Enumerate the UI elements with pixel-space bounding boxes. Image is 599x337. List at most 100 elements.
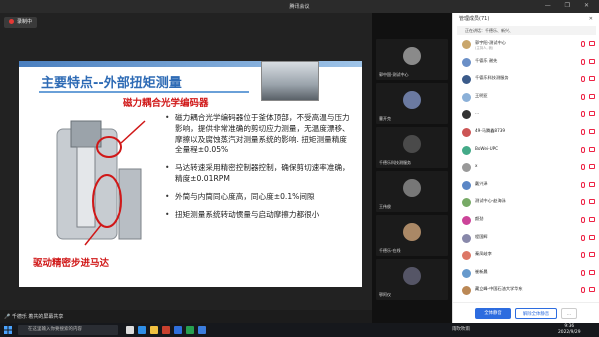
member-row[interactable]: 颜劲 xyxy=(453,214,599,227)
panel-actions: 全体静音 解除全体静音 ... xyxy=(453,302,599,323)
edge-icon[interactable] xyxy=(138,326,146,334)
member-name: 颜劲 xyxy=(475,216,484,221)
member-row[interactable]: 崔新晨 xyxy=(453,267,599,280)
member-row[interactable]: 千德乐 谢先 xyxy=(453,56,599,69)
word-icon[interactable] xyxy=(174,326,182,334)
more-button[interactable]: ... xyxy=(561,308,577,319)
taskbar: 在这里输入你要搜索的内容 雨吹吹雨 9:36 2022/9/29 xyxy=(0,323,599,337)
member-name: 戴兴泽 xyxy=(475,180,488,186)
recording-label: 录制中 xyxy=(17,19,33,25)
weather-widget[interactable]: 雨吹吹雨 xyxy=(452,326,470,332)
camera-off-icon[interactable] xyxy=(589,181,595,187)
presentation-slide: 主要特点--外部扭矩测量 磁力耦合光学编码器 驱动精密步进马达 磁力耦合光学编码… xyxy=(19,61,362,287)
member-row[interactable]: 戴兴泽 xyxy=(453,179,599,192)
avatar xyxy=(462,251,471,261)
member-row[interactable]: 程国辉 xyxy=(453,232,599,245)
video-tile[interactable]: 千德乐科技测服务 xyxy=(376,127,448,168)
video-tile[interactable]: 王伟俊 xyxy=(376,171,448,212)
avatar xyxy=(403,223,421,241)
mic-muted-icon[interactable] xyxy=(581,217,585,223)
avatar xyxy=(403,91,421,109)
task-view-icon[interactable] xyxy=(126,326,134,334)
member-row[interactable]: 千德乐科技测服务 xyxy=(453,73,599,86)
mic-muted-icon[interactable] xyxy=(581,146,585,153)
window-titlebar: 腾讯会议 — ❐ ✕ xyxy=(0,0,599,13)
mic-muted-icon[interactable] xyxy=(581,58,585,65)
member-row[interactable]: 王明亚 xyxy=(453,91,599,104)
participant-name: 王伟俊 xyxy=(379,204,391,209)
callout-encoder: 磁力耦合光学编码器 xyxy=(123,98,209,109)
mic-muted-icon[interactable] xyxy=(581,269,585,276)
avatar xyxy=(462,198,471,208)
member-row[interactable]: 藏立峰-中国石油大学华东 xyxy=(453,284,599,297)
mic-muted-icon[interactable] xyxy=(581,111,585,118)
camera-off-icon[interactable] xyxy=(589,129,595,134)
camera-off-icon[interactable] xyxy=(589,76,595,82)
avatar xyxy=(462,128,471,137)
taskbar-search-input[interactable]: 在这里输入你要搜索的内容 xyxy=(18,325,118,335)
member-row[interactable]: x xyxy=(453,161,599,174)
mic-muted-icon[interactable] xyxy=(581,129,585,135)
member-row[interactable]: 秦凤岐李 xyxy=(453,249,599,262)
mic-muted-icon[interactable] xyxy=(581,181,585,188)
member-name: ... xyxy=(475,110,479,116)
participant-name: 郭中国-测试中心 xyxy=(379,72,409,77)
wechat-icon[interactable] xyxy=(186,326,194,334)
mic-muted-icon[interactable] xyxy=(581,76,585,83)
mute-all-button[interactable]: 全体静音 xyxy=(475,308,511,319)
mic-muted-icon[interactable] xyxy=(581,199,585,206)
camera-off-icon[interactable] xyxy=(589,269,595,275)
video-tile[interactable]: 曹开克 xyxy=(376,83,448,124)
mic-muted-icon[interactable] xyxy=(581,287,585,294)
member-panel: 管理成员(71) ✕ 正在讲话：千德乐、新兴、 郭宇阳-测试中心 (主持人, 我)… xyxy=(452,13,599,323)
folder-icon[interactable] xyxy=(150,326,158,334)
tencent-meeting-icon[interactable] xyxy=(198,326,206,334)
screen-share-owner: 🎤 千德乐 着共的屏幕共享 xyxy=(4,314,64,320)
avatar xyxy=(462,92,471,102)
window-controls[interactable]: — ❐ ✕ xyxy=(545,2,595,9)
member-name: 千德乐科技测服务 xyxy=(475,75,509,81)
video-tile[interactable]: 鄂阿仪 xyxy=(376,259,448,300)
video-gallery: 郭中国-测试中心 曹开克 千德乐科技测服务 王伟俊 千德乐-在线 鄂阿仪 xyxy=(372,13,452,323)
member-row[interactable]: 郭宇阳-测试中心 (主持人, 我) xyxy=(453,38,599,51)
bullet-item: 磁力耦合光学编码器位于釜体顶部，不受高温与压力影响，提供非常准确的剪切应力测量，… xyxy=(165,113,351,156)
avatar xyxy=(403,135,421,153)
camera-off-icon[interactable] xyxy=(589,41,595,46)
mic-muted-icon[interactable] xyxy=(581,252,585,259)
member-row[interactable]: BoWei-UPC xyxy=(453,144,599,157)
recording-indicator[interactable]: 录制中 xyxy=(4,17,38,28)
camera-off-icon[interactable] xyxy=(589,93,595,99)
camera-off-icon[interactable] xyxy=(589,199,595,205)
member-row[interactable]: 测试中心-赵海泳 xyxy=(453,196,599,209)
camera-off-icon[interactable] xyxy=(589,287,595,293)
mic-muted-icon[interactable] xyxy=(581,164,585,171)
member-row[interactable]: ... xyxy=(453,108,599,121)
participant-name: 鄂阿仪 xyxy=(379,292,391,297)
member-row[interactable]: 49-马腾鑫8739 xyxy=(453,126,599,139)
camera-off-icon[interactable] xyxy=(589,58,595,64)
video-tile[interactable]: 郭中国-测试中心 xyxy=(376,39,448,80)
system-clock[interactable]: 9:36 2022/9/29 xyxy=(558,324,581,336)
camera-off-icon[interactable] xyxy=(589,252,595,258)
camera-off-icon[interactable] xyxy=(589,217,595,222)
mic-muted-icon[interactable] xyxy=(581,234,585,241)
member-name: 程国辉 xyxy=(475,233,488,239)
avatar xyxy=(462,286,471,296)
camera-off-icon[interactable] xyxy=(589,146,595,152)
mic-muted-icon[interactable] xyxy=(581,41,585,47)
unmute-all-button[interactable]: 解除全体静音 xyxy=(515,308,557,319)
windows-start-icon[interactable] xyxy=(4,326,12,334)
panel-header: 管理成员(71) ✕ xyxy=(453,13,599,25)
avatar xyxy=(462,40,471,49)
panel-title: 管理成员(71) xyxy=(459,16,490,22)
member-name: 藏立峰-中国石油大学华东 xyxy=(475,286,523,292)
office-icon[interactable] xyxy=(162,326,170,334)
camera-off-icon[interactable] xyxy=(589,164,595,170)
camera-off-icon[interactable] xyxy=(589,234,595,240)
avatar xyxy=(462,75,471,85)
camera-off-icon[interactable] xyxy=(589,111,595,117)
mic-muted-icon[interactable] xyxy=(581,93,585,100)
video-tile[interactable]: 千德乐-在线 xyxy=(376,215,448,256)
participant-name: 千德乐科技测服务 xyxy=(379,160,411,165)
close-icon[interactable]: ✕ xyxy=(589,13,593,25)
